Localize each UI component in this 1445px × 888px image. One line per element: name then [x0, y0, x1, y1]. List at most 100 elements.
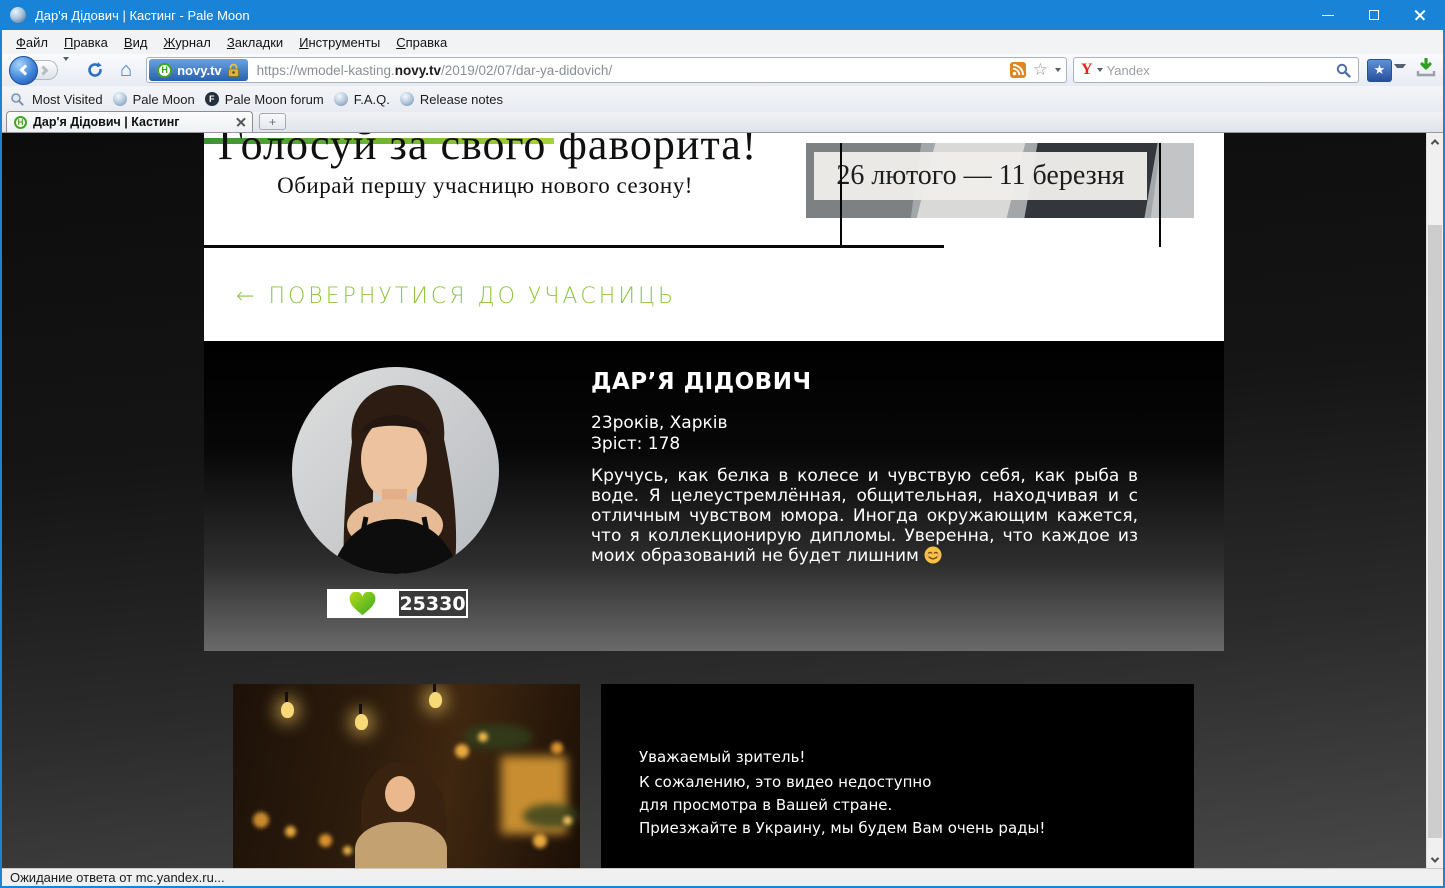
url-bar[interactable]: Н novy.tv https://wmodel-kasting.novy.tv…	[146, 57, 1067, 83]
search-input[interactable]	[1106, 62, 1332, 78]
close-button[interactable]	[1397, 0, 1443, 30]
novy-favicon: Н	[157, 62, 173, 78]
smiley-emoji	[924, 546, 942, 564]
scroll-down-button[interactable]	[1427, 851, 1443, 868]
most-visited-icon	[11, 93, 24, 106]
browser-window: Дар'я Дідович | Кастинг - Pale Moon Файл…	[0, 0, 1445, 888]
back-button[interactable]	[9, 55, 38, 85]
profile-height: Зріст: 178	[591, 434, 681, 454]
refresh-button[interactable]	[84, 59, 106, 81]
star-icon: ★	[1373, 62, 1386, 77]
search-magnifier-icon[interactable]	[1336, 63, 1351, 78]
left-arrow-icon: ←	[236, 284, 255, 309]
page-viewport: Голосуй за свого фаворита! Обирай першу …	[2, 133, 1443, 868]
profile-age-city: 23років, Харків	[591, 413, 728, 433]
menu-bar: Файл Правка Вид Журнал Закладки Инструме…	[2, 30, 1443, 54]
profile-photo	[292, 367, 499, 574]
sidebar-dropdown-icon[interactable]	[1394, 64, 1406, 76]
status-bar: Ожидание ответа от mc.yandex.ru...	[2, 868, 1443, 886]
chevron-up-icon	[1430, 138, 1440, 148]
search-engine-dropdown-icon[interactable]	[1096, 68, 1103, 72]
menu-file[interactable]: Файл	[8, 32, 56, 53]
tab-title: Дар'я Дідович | Кастинг	[33, 115, 180, 129]
maximize-icon	[1369, 10, 1379, 20]
vote-widget: 25330	[327, 589, 468, 618]
site-identity-domain: novy.tv	[177, 62, 222, 78]
decor-line-vertical	[1159, 143, 1161, 247]
banner-section: Голосуй за свого фаворита! Обирай першу …	[204, 133, 1224, 341]
vote-count: 25330	[397, 589, 468, 618]
tab-bar: Н Дар'я Дідович | Кастинг +	[2, 111, 1443, 133]
globe-icon	[333, 92, 348, 106]
banner-subheading: Обирай першу учасницю нового сезону!	[277, 173, 693, 198]
date-range-box: 26 лютого — 11 березня	[814, 152, 1147, 200]
profile-name: ДАР’Я ДІДОВИЧ	[591, 369, 812, 395]
forward-icon	[38, 65, 48, 75]
bookmark-most-visited[interactable]: Most Visited	[30, 90, 111, 109]
chevron-down-icon	[63, 57, 69, 78]
back-to-participants-link[interactable]: ← ПОВЕРНУТИСЯ ДО УЧАСНИЦЬ	[236, 284, 676, 309]
maximize-button[interactable]	[1351, 0, 1397, 30]
bookmarks-toolbar: Most Visited Pale Moon F Pale Moon forum…	[2, 86, 1443, 112]
heart-icon	[349, 591, 375, 615]
decor-line-vertical	[840, 143, 842, 247]
video-unavailable-box: Уважаемый зритель! К сожалению, это виде…	[601, 684, 1194, 868]
menu-history[interactable]: Журнал	[155, 32, 218, 53]
url-text: https://wmodel-kasting.novy.tv/2019/02/0…	[256, 62, 613, 78]
window-title: Дар'я Дідович | Кастинг - Pale Moon	[35, 7, 250, 23]
video-notice-line: Уважаемый зритель!	[639, 748, 806, 766]
history-dropdown-button[interactable]	[60, 57, 72, 83]
palemoon-logo-icon	[10, 7, 26, 23]
globe-icon	[399, 92, 414, 106]
menu-help[interactable]: Справка	[388, 32, 455, 53]
bookmark-pale-moon[interactable]: Pale Moon	[111, 90, 203, 109]
video-notice-line: К сожалению, это видео недоступно	[639, 773, 932, 791]
home-button[interactable]: ⌂	[120, 60, 132, 80]
rss-icon[interactable]	[1009, 62, 1026, 78]
bookmarks-sidebar-button[interactable]: ★	[1367, 58, 1392, 82]
navigation-toolbar: ⌂ Н novy.tv https://wmodel-kasting.novy.…	[2, 54, 1443, 86]
menu-view[interactable]: Вид	[116, 32, 156, 53]
banner-heading: Голосуй за свого фаворита!	[218, 133, 758, 169]
bookmark-faq[interactable]: F.A.Q.	[332, 90, 398, 109]
close-icon	[1415, 10, 1426, 21]
scrollbar-thumb[interactable]	[1428, 225, 1442, 838]
chevron-down-icon	[1430, 853, 1440, 863]
like-button[interactable]	[327, 589, 397, 618]
status-text: Ожидание ответа от mc.yandex.ru...	[10, 870, 225, 885]
refresh-icon	[88, 62, 102, 77]
minimize-icon	[1322, 14, 1334, 16]
urlbar-dropdown-icon[interactable]	[1055, 68, 1061, 72]
new-tab-button[interactable]: +	[259, 113, 286, 130]
lock-icon	[227, 63, 239, 77]
bookmark-release-notes[interactable]: Release notes	[398, 90, 511, 109]
tab-favicon: Н	[14, 115, 27, 129]
site-identity-button[interactable]: Н novy.tv	[149, 59, 248, 81]
forum-icon: F	[204, 92, 219, 106]
yandex-icon: Y	[1081, 61, 1093, 78]
menu-tools[interactable]: Инструменты	[291, 32, 388, 53]
menu-edit[interactable]: Правка	[56, 32, 116, 53]
tab-close-icon[interactable]	[236, 118, 245, 127]
profile-card: ДАР’Я ДІДОВИЧ 23років, Харків Зріст: 178…	[204, 341, 1224, 651]
bookmark-pale-moon-forum[interactable]: F Pale Moon forum	[203, 90, 332, 109]
scroll-up-button[interactable]	[1427, 133, 1443, 150]
home-icon: ⌂	[120, 59, 133, 81]
window-controls	[1305, 0, 1443, 30]
downloads-button[interactable]	[1416, 56, 1436, 83]
globe-icon	[112, 92, 127, 106]
title-bar: Дар'я Дідович | Кастинг - Pale Moon	[2, 0, 1443, 30]
video-notice-line: Приезжайте в Украину, мы будем Вам очень…	[639, 819, 1046, 837]
video-notice-line: для просмотра в Вашей стране.	[639, 796, 893, 814]
decor-line-horizontal	[204, 245, 944, 248]
menu-bookmarks[interactable]: Закладки	[219, 32, 291, 53]
search-box[interactable]: Y	[1073, 57, 1359, 83]
minimize-button[interactable]	[1305, 0, 1351, 30]
vertical-scrollbar[interactable]	[1426, 133, 1443, 868]
banner-image: 26 лютого — 11 березня	[806, 143, 1194, 218]
back-icon	[19, 64, 31, 76]
bookmark-star-icon[interactable]: ☆	[1033, 61, 1048, 78]
active-tab[interactable]: Н Дар'я Дідович | Кастинг	[6, 111, 253, 132]
download-icon	[1416, 56, 1436, 76]
banner-text: Голосуй за свого фаворита! Обирай першу …	[218, 133, 758, 199]
